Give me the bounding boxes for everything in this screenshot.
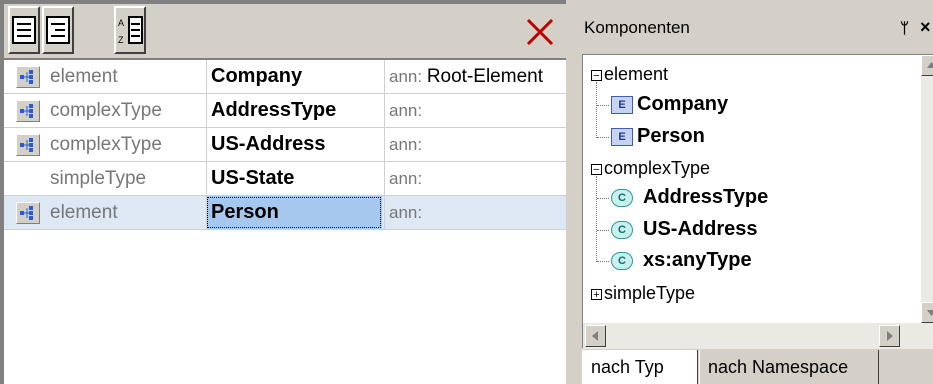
complextype-badge-icon: C	[611, 221, 633, 239]
component-annotation[interactable]: ann:	[384, 128, 566, 161]
arrow-right-icon	[887, 331, 893, 341]
annotation-value: Root-Element	[426, 66, 543, 87]
component-kind: simpleType	[50, 168, 147, 189]
component-kind: complexType	[50, 134, 162, 155]
schema-overview-pane: A Z element Company ann: Root-Element compl…	[0, 0, 566, 384]
component-row[interactable]: element Company ann: Root-Element	[4, 60, 566, 94]
view-list-button[interactable]	[8, 6, 40, 54]
component-kind: element	[50, 66, 118, 87]
component-name[interactable]: AddressType	[206, 94, 382, 127]
tree-line	[597, 198, 609, 199]
component-icon[interactable]	[16, 134, 40, 156]
tree-line	[597, 230, 609, 231]
tree-item-us-address[interactable]: US-Address	[643, 218, 757, 241]
toolbar: A Z	[4, 4, 566, 60]
annotation-label: ann:	[389, 203, 423, 222]
component-kind: element	[50, 202, 118, 223]
component-name[interactable]: Company	[206, 60, 382, 93]
tree-line	[597, 137, 609, 138]
tree-group-element[interactable]: element	[604, 64, 668, 85]
delete-button[interactable]	[522, 14, 562, 54]
component-icon[interactable]	[16, 202, 40, 224]
svg-text:Z: Z	[118, 35, 124, 45]
component-icon[interactable]	[16, 66, 40, 88]
tab-nach-typ[interactable]: nach Typ	[582, 350, 698, 384]
component-name[interactable]: US-State	[206, 162, 382, 195]
view-tree-button[interactable]	[42, 6, 74, 54]
complextype-badge-icon: C	[611, 189, 633, 207]
pane-divider[interactable]	[566, 0, 574, 384]
components-panel: Komponenten ᛘ × − element E Company E Pe…	[574, 0, 933, 384]
tree-structure-icon	[20, 70, 33, 84]
panel-tabs: nach Typ nach Namespace	[582, 350, 933, 384]
scroll-right-button[interactable]	[879, 325, 900, 347]
component-row[interactable]: simpleType US-State ann:	[4, 162, 566, 196]
component-row[interactable]: complexType AddressType ann:	[4, 94, 566, 128]
component-row[interactable]: element Person ann:	[4, 196, 566, 230]
tree-structure-icon	[20, 206, 33, 220]
component-kind: complexType	[50, 100, 162, 121]
tree-line	[596, 176, 597, 262]
view-list-icon	[12, 16, 36, 44]
tree-line	[597, 105, 609, 106]
element-badge-icon: E	[611, 96, 633, 114]
red-x-icon	[526, 18, 554, 46]
scroll-up-button[interactable]	[921, 55, 933, 76]
element-badge-icon: E	[611, 128, 633, 146]
annotation-label: ann:	[389, 67, 423, 86]
pin-icon[interactable]: ᛘ	[900, 20, 909, 37]
component-annotation[interactable]: ann: Root-Element	[384, 60, 566, 93]
tree-structure-icon	[20, 138, 33, 152]
tree-line	[597, 261, 609, 262]
component-name[interactable]: US-Address	[206, 128, 382, 161]
annotation-label: ann:	[389, 169, 423, 188]
tree-item-company[interactable]: Company	[637, 93, 728, 116]
component-name[interactable]: Person	[206, 196, 382, 229]
vertical-scrollbar[interactable]	[921, 55, 933, 323]
complextype-badge-icon: C	[611, 252, 633, 270]
component-list: element Company ann: Root-Element complexTy…	[4, 60, 566, 230]
close-icon[interactable]: ×	[920, 17, 931, 38]
collapse-element-toggle[interactable]: −	[591, 70, 602, 82]
tab-nach-namespace[interactable]: nach Namespace	[699, 350, 879, 384]
panel-title: Komponenten	[584, 18, 690, 37]
arrow-down-icon	[927, 310, 933, 316]
component-row[interactable]: complexType US-Address ann:	[4, 128, 566, 162]
collapse-complextype-toggle[interactable]: −	[591, 164, 602, 176]
annotation-label: ann:	[389, 101, 423, 120]
tree-item-person[interactable]: Person	[637, 125, 705, 148]
tree-group-simpletype[interactable]: simpleType	[604, 283, 695, 304]
view-tree-icon	[46, 16, 70, 44]
tree-item-xs-anytype[interactable]: xs:anyType	[643, 249, 752, 272]
tree-item-addresstype[interactable]: AddressType	[643, 186, 768, 209]
svg-text:A: A	[118, 18, 124, 28]
scroll-left-button[interactable]	[585, 325, 606, 347]
annotation-label: ann:	[389, 135, 423, 154]
component-annotation[interactable]: ann:	[384, 162, 566, 195]
tree-line	[596, 82, 597, 138]
arrow-left-icon	[592, 331, 598, 341]
expand-simpletype-toggle[interactable]: +	[591, 289, 602, 301]
component-annotation[interactable]: ann:	[384, 196, 566, 229]
sort-az-icon: A Z	[118, 16, 143, 45]
scroll-down-button[interactable]	[921, 302, 933, 323]
horizontal-scrollbar[interactable]	[583, 323, 933, 349]
tree-group-complextype[interactable]: complexType	[604, 158, 710, 179]
sort-button[interactable]: A Z	[114, 6, 146, 54]
component-icon[interactable]	[16, 100, 40, 122]
component-annotation[interactable]: ann:	[384, 94, 566, 127]
arrow-up-icon	[927, 62, 933, 68]
component-tree: − element E Company E Person − complexTy…	[582, 54, 933, 349]
tree-structure-icon	[20, 104, 33, 118]
